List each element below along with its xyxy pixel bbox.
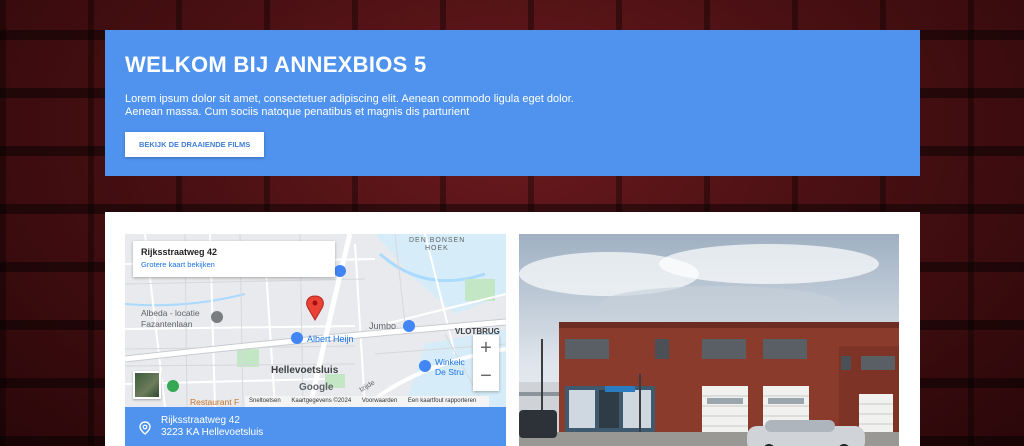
zoom-control: + − xyxy=(473,335,499,391)
report-error-link[interactable]: Een kaartfout rapporteren xyxy=(408,398,476,404)
map-attribution: Sneltoetsen Kaartgegevens ©2024 Voorwaar… xyxy=(245,396,490,407)
hero-text: Lorem ipsum dolor sit amet, consectetuer… xyxy=(125,93,574,118)
map-data-text: Kaartgegevens ©2024 xyxy=(291,398,352,404)
address-line-2: 3223 KA Hellevoetsluis xyxy=(161,427,264,438)
svg-text:DEN BONSEN: DEN BONSEN xyxy=(409,237,465,244)
map-info-address: Rijksstraatweg 42 xyxy=(141,247,218,257)
google-map[interactable]: DEN BONSEN HOEK Albeda - locatie Fazante… xyxy=(125,234,506,407)
cinema-building-photo xyxy=(519,234,899,446)
svg-text:HOEK: HOEK xyxy=(425,245,449,252)
svg-text:Restaurant F: Restaurant F xyxy=(190,397,239,407)
terms-link[interactable]: Voorwaarden xyxy=(362,398,397,404)
hero-banner: WELKOM BIJ ANNEXBIOS 5 Lorem ipsum dolor… xyxy=(105,30,920,176)
map-info-box: Rijksstraatweg 42 Grotere kaart bekijken xyxy=(133,241,335,277)
larger-map-link[interactable]: Grotere kaart bekijken xyxy=(141,260,327,269)
view-films-button[interactable]: BEKIJK DE DRAAIENDE FILMS xyxy=(125,132,265,157)
svg-text:De Stru: De Stru xyxy=(435,367,464,377)
address-line-1: Rijksstraatweg 42 xyxy=(161,415,240,426)
svg-text:Winkelc: Winkelc xyxy=(435,357,466,367)
keyboard-shortcuts-link[interactable]: Sneltoetsen xyxy=(249,398,281,404)
location-pin-icon xyxy=(139,421,151,435)
satellite-toggle[interactable] xyxy=(133,371,161,399)
google-logo: Google xyxy=(299,382,334,393)
address-bar: Rijksstraatweg 42 3223 KA Hellevoetsluis xyxy=(125,407,506,446)
svg-text:Jumbo: Jumbo xyxy=(369,321,396,331)
zoom-in-button[interactable]: + xyxy=(473,335,499,363)
svg-text:Hellevoetsluis: Hellevoetsluis xyxy=(271,365,339,376)
svg-text:Albeda - locatie: Albeda - locatie xyxy=(141,308,200,318)
zoom-out-button[interactable]: − xyxy=(473,363,499,391)
hero-title: WELKOM BIJ ANNEXBIOS 5 xyxy=(125,52,427,77)
location-card: DEN BONSEN HOEK Albeda - locatie Fazante… xyxy=(105,212,920,446)
svg-text:Fazantenlaan: Fazantenlaan xyxy=(141,319,193,329)
svg-text:Albert Heijn: Albert Heijn xyxy=(307,334,354,344)
